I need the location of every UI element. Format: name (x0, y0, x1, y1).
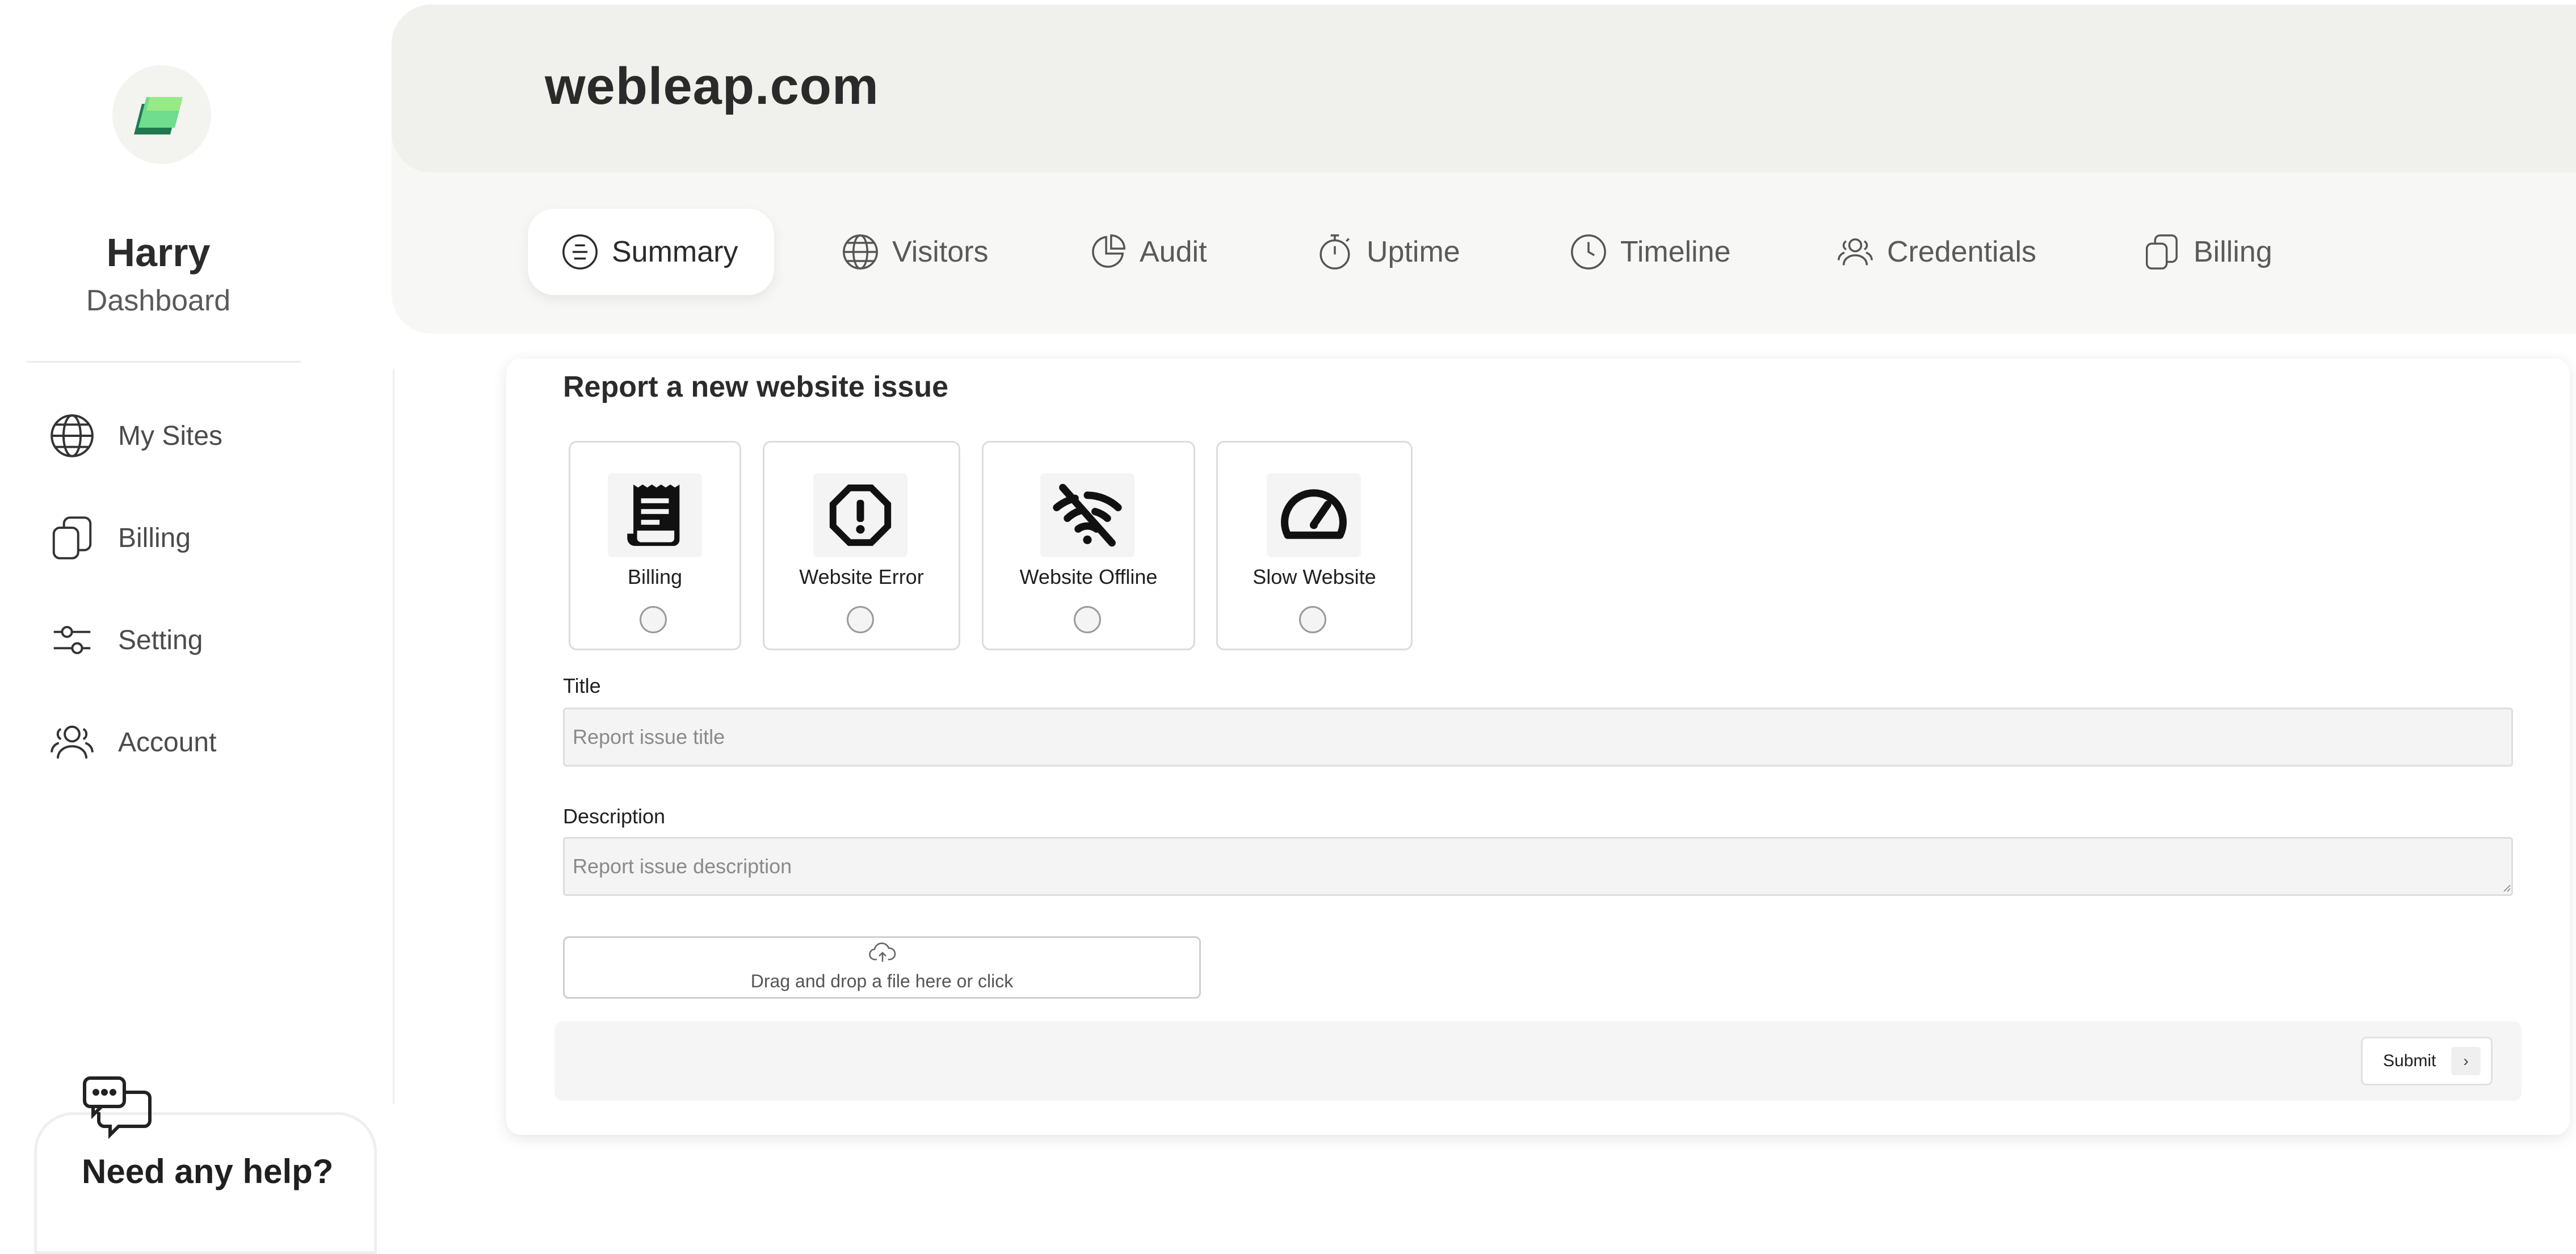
issue-option-label: Slow Website (1253, 565, 1376, 588)
sidebar-item-label: My Sites (118, 420, 223, 451)
sidebar-item-account[interactable]: Account (45, 708, 341, 776)
chevron-right-icon: › (2451, 1047, 2481, 1075)
speedometer-icon (1267, 473, 1361, 557)
issue-option-radio[interactable] (847, 606, 874, 633)
sidebar-divider (26, 361, 301, 363)
users-icon (1835, 232, 1876, 272)
app-logo[interactable] (112, 65, 211, 164)
issue-option-label: Website Offline (1019, 565, 1158, 588)
submit-label: Submit (2383, 1051, 2436, 1070)
tab-summary[interactable]: Summary (528, 209, 775, 295)
cloud-upload-icon (869, 942, 896, 962)
copy-icon (45, 511, 99, 565)
form-footer (554, 1021, 2522, 1101)
globe-icon (45, 409, 99, 462)
copy-icon (2141, 232, 2182, 272)
globe-icon (840, 232, 881, 272)
title-input[interactable] (563, 708, 2513, 767)
issue-option-website-offline[interactable]: Website Offline (982, 441, 1195, 650)
tab-billing[interactable]: Billing (2141, 209, 2272, 295)
user-name: Harry (106, 230, 211, 275)
tab-label: Timeline (1620, 235, 1731, 268)
form-title: Report a new website issue (563, 371, 949, 403)
tab-label: Summary (612, 235, 738, 268)
issue-option-slow-website[interactable]: Slow Website (1216, 441, 1413, 650)
sliders-icon (45, 613, 99, 667)
clock-icon (1568, 232, 1609, 272)
sidebar-item-setting[interactable]: Setting (45, 606, 341, 674)
user-role: Dashboard (86, 284, 231, 317)
issue-option-label: Website Error (799, 565, 924, 588)
issue-option-radio[interactable] (1074, 606, 1101, 633)
tab-label: Uptime (1367, 235, 1460, 268)
receipt-icon (608, 473, 702, 557)
issue-option-website-error[interactable]: Website Error (763, 441, 960, 650)
file-dropzone[interactable]: Drag and drop a file here or click (563, 936, 1201, 999)
resize-handle-icon[interactable] (2502, 883, 2511, 892)
alert-octagon-icon (813, 473, 907, 557)
tab-timeline[interactable]: Timeline (1568, 209, 1731, 295)
issue-option-radio[interactable] (640, 606, 667, 633)
issue-option-radio[interactable] (1299, 606, 1326, 633)
sidebar-item-label: Setting (118, 625, 203, 655)
issue-option-billing[interactable]: Billing (569, 441, 741, 650)
users-icon (45, 716, 99, 769)
pie-chart-icon (1087, 232, 1128, 272)
dropzone-text: Drag and drop a file here or click (750, 971, 1014, 991)
tab-audit[interactable]: Audit (1087, 209, 1207, 295)
wifi-off-icon (1040, 473, 1134, 557)
page-title: webleap.com (545, 57, 879, 115)
sidebar-item-my-sites[interactable]: My Sites (45, 402, 341, 470)
tab-uptime[interactable]: Uptime (1314, 209, 1460, 295)
issue-option-label: Billing (627, 565, 683, 588)
description-label: Description (563, 805, 666, 828)
title-label: Title (563, 674, 601, 697)
chat-bubbles-icon (83, 1076, 152, 1139)
submit-button[interactable]: Submit › (2361, 1037, 2493, 1085)
sidebar (0, 0, 392, 1207)
sidebar-item-label: Billing (118, 523, 191, 553)
tab-label: Audit (1140, 235, 1207, 268)
tab-label: Visitors (892, 235, 989, 268)
sidebar-item-billing[interactable]: Billing (45, 504, 341, 572)
description-input[interactable] (563, 837, 2513, 896)
stopwatch-icon (1314, 232, 1355, 272)
help-title: Need any help? (82, 1152, 334, 1190)
sidebar-item-label: Account (118, 727, 217, 758)
tab-label: Credentials (1887, 235, 2037, 268)
tab-visitors[interactable]: Visitors (840, 209, 989, 295)
list-circle-icon (560, 232, 600, 272)
logo-icon (134, 97, 183, 134)
tab-credentials[interactable]: Credentials (1835, 209, 2036, 295)
tab-label: Billing (2193, 235, 2272, 268)
sidebar-divider-vertical (393, 369, 394, 1104)
